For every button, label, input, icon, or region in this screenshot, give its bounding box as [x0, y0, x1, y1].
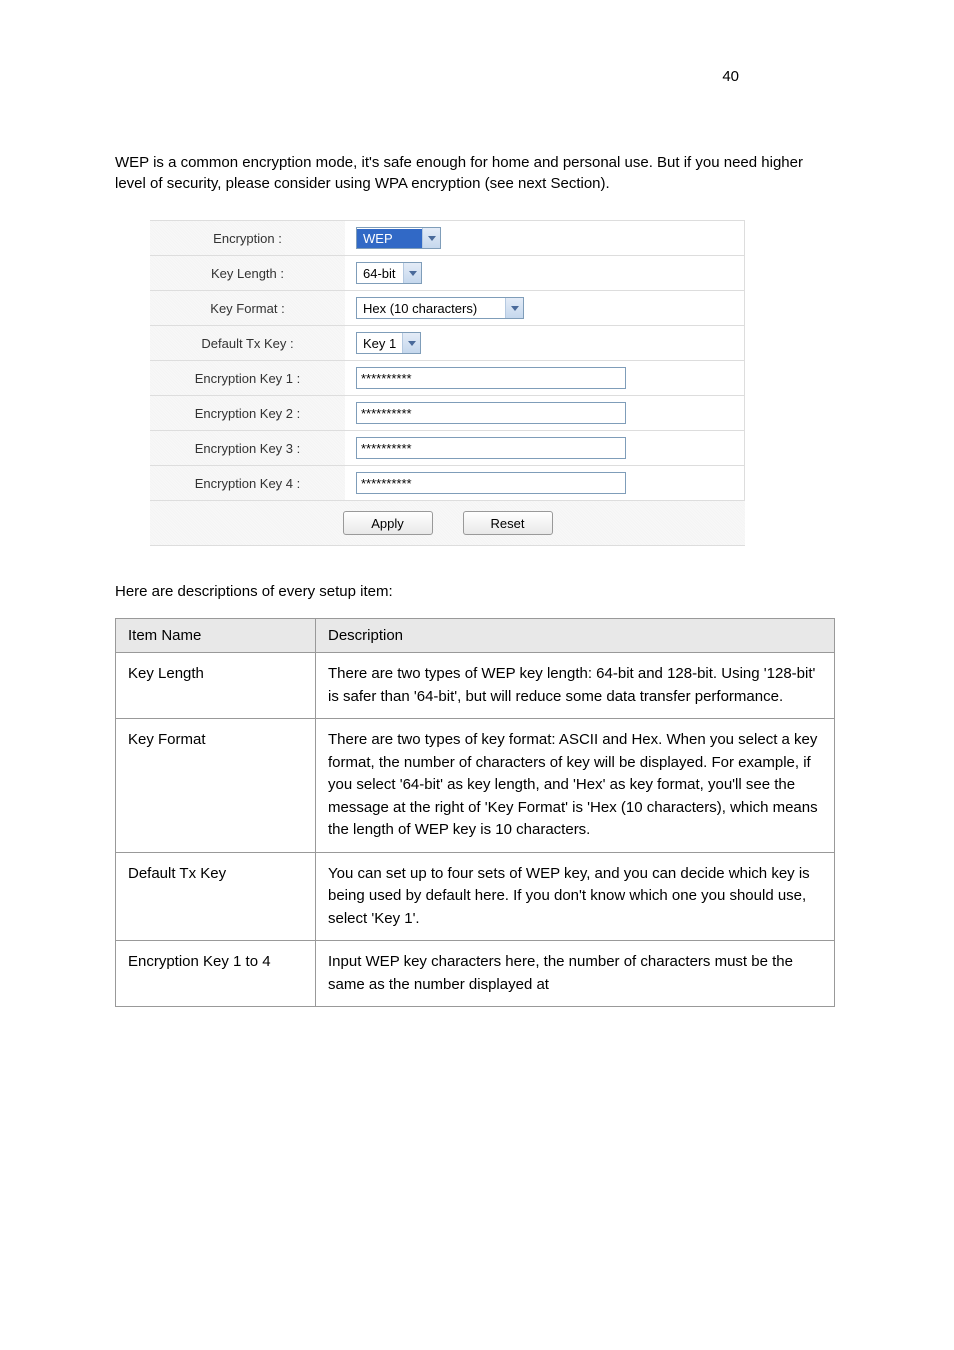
item-name-cell: Default Tx Key — [116, 852, 316, 941]
apply-button[interactable]: Apply — [343, 511, 433, 535]
form-control — [348, 466, 745, 500]
table-row: Key FormatThere are two types of key for… — [116, 719, 835, 853]
page-number: 40 — [722, 68, 739, 85]
table-header-item: Item Name — [116, 619, 316, 653]
form-label: Encryption Key 2 : — [150, 396, 348, 430]
form-control — [348, 361, 745, 395]
encryption-key-input[interactable] — [356, 367, 626, 389]
select-value: Key 1 — [357, 334, 402, 353]
form-control — [348, 431, 745, 465]
description-cell: There are two types of key format: ASCII… — [316, 719, 835, 853]
form-control: WEP — [348, 221, 745, 255]
encryption-key-input[interactable] — [356, 402, 626, 424]
item-name-cell: Key Length — [116, 653, 316, 719]
form-control: 64-bit — [348, 256, 745, 290]
form-label: Key Length : — [150, 256, 348, 290]
form-control — [348, 396, 745, 430]
select-value: Hex (10 characters) — [357, 299, 505, 318]
form-row: Encryption Key 4 : — [150, 466, 745, 501]
select-keylength[interactable]: 64-bit — [356, 262, 422, 284]
chevron-down-icon — [505, 298, 523, 318]
form-row: Key Length : 64-bit — [150, 256, 745, 291]
encryption-key-input[interactable] — [356, 437, 626, 459]
description-cell: There are two types of WEP key length: 6… — [316, 653, 835, 719]
select-keyformat[interactable]: Hex (10 characters) — [356, 297, 524, 319]
desc-heading: Here are descriptions of every setup ite… — [115, 583, 393, 600]
item-name-cell: Key Format — [116, 719, 316, 853]
encryption-key-input[interactable] — [356, 472, 626, 494]
button-row: Apply Reset — [150, 501, 745, 546]
description-cell: Input WEP key characters here, the numbe… — [316, 941, 835, 1007]
select-encryption[interactable]: WEP — [356, 227, 441, 249]
form-label: Encryption : — [150, 221, 348, 255]
table-header-desc: Description — [316, 619, 835, 653]
form-row: Default Tx Key : Key 1 — [150, 326, 745, 361]
select-value: WEP — [357, 229, 422, 248]
item-name-cell: Encryption Key 1 to 4 — [116, 941, 316, 1007]
table-row: Default Tx KeyYou can set up to four set… — [116, 852, 835, 941]
table-row: Encryption Key 1 to 4Input WEP key chara… — [116, 941, 835, 1007]
chevron-down-icon — [403, 263, 421, 283]
reset-button[interactable]: Reset — [463, 511, 553, 535]
form-row: Encryption Key 1 : — [150, 361, 745, 396]
form-label: Default Tx Key : — [150, 326, 348, 360]
form-row: Key Format : Hex (10 characters) — [150, 291, 745, 326]
chevron-down-icon — [422, 228, 440, 248]
form-control: Hex (10 characters) — [348, 291, 745, 325]
form-row: Encryption Key 2 : — [150, 396, 745, 431]
intro-text: WEP is a common encryption mode, it's sa… — [115, 152, 835, 194]
form-label: Encryption Key 1 : — [150, 361, 348, 395]
select-defaulttxkey[interactable]: Key 1 — [356, 332, 421, 354]
form-row: Encryption Key 3 : — [150, 431, 745, 466]
form-label: Encryption Key 4 : — [150, 466, 348, 500]
form-label: Key Format : — [150, 291, 348, 325]
select-value: 64-bit — [357, 264, 403, 283]
form-row: Encryption : WEP — [150, 221, 745, 256]
form-panel: Encryption : WEP Key Length : 64-bit Key For… — [150, 220, 745, 546]
description-cell: You can set up to four sets of WEP key, … — [316, 852, 835, 941]
form-control: Key 1 — [348, 326, 745, 360]
table-row: Key LengthThere are two types of WEP key… — [116, 653, 835, 719]
description-table: Item Name Description Key LengthThere ar… — [115, 618, 835, 1007]
form-label: Encryption Key 3 : — [150, 431, 348, 465]
chevron-down-icon — [402, 333, 420, 353]
